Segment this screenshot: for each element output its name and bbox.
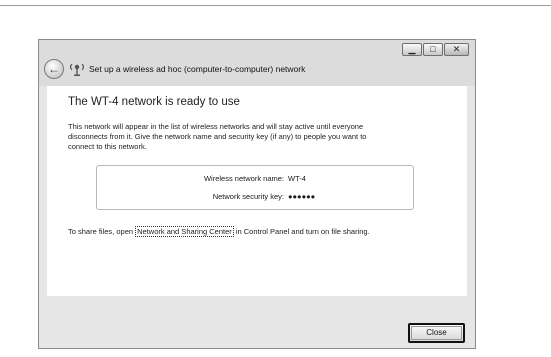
network-name-label: Wireless network name: bbox=[203, 174, 284, 183]
maximize-icon: □ bbox=[430, 44, 436, 54]
share-suffix: in Control Panel and turn on file sharin… bbox=[233, 227, 370, 236]
share-instructions: To share files, open Network and Sharing… bbox=[68, 226, 370, 237]
footer-bar: Close bbox=[39, 296, 475, 348]
share-prefix: To share files, open bbox=[68, 227, 136, 236]
title-bar: ▁ □ ✕ ← Set up a wireless ad hoc (comput… bbox=[39, 40, 475, 86]
description-text: This network will appear in the list of … bbox=[68, 122, 367, 151]
wizard-window: ▁ □ ✕ ← Set up a wireless ad hoc (comput… bbox=[38, 39, 476, 349]
maximize-button[interactable]: □ bbox=[423, 43, 443, 56]
page-divider bbox=[0, 5, 551, 6]
network-sharing-center-link[interactable]: Network and Sharing Center bbox=[135, 226, 234, 237]
wireless-network-icon bbox=[69, 63, 85, 76]
page-heading: The WT-4 network is ready to use bbox=[68, 96, 240, 108]
close-icon: ✕ bbox=[452, 44, 461, 54]
window-title: Set up a wireless ad hoc (computer-to-co… bbox=[89, 64, 306, 74]
content-panel: The WT-4 network is ready to use This ne… bbox=[47, 86, 467, 296]
close-window-button[interactable]: ✕ bbox=[444, 43, 469, 56]
security-key-label: Network security key: bbox=[212, 192, 284, 201]
minimize-button[interactable]: ▁ bbox=[402, 43, 422, 56]
security-key-value: ●●●●●● bbox=[288, 192, 316, 201]
window-controls: ▁ □ ✕ bbox=[401, 43, 469, 56]
back-arrow-icon[interactable]: ← bbox=[44, 59, 64, 79]
close-button[interactable]: Close bbox=[408, 323, 465, 343]
minimize-icon: ▁ bbox=[408, 44, 416, 54]
network-name-value: WT-4 bbox=[288, 174, 306, 183]
network-info-box: Wireless network name: WT-4 Network secu… bbox=[96, 165, 414, 210]
close-button-focus-ring bbox=[411, 326, 462, 340]
